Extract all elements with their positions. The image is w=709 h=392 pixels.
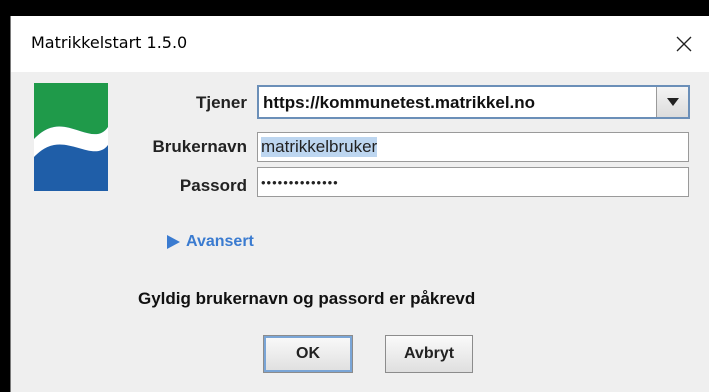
server-value: https://kommunetest.matrikkel.no bbox=[263, 93, 536, 112]
username-field[interactable]: matrikkelbruker bbox=[257, 132, 689, 162]
window-title: Matrikkelstart 1.5.0 bbox=[31, 33, 188, 52]
close-icon bbox=[676, 36, 692, 52]
chevron-down-icon bbox=[666, 98, 679, 106]
status-message: Gyldig brukernavn og passord er påkrevd bbox=[138, 289, 476, 308]
username-value: matrikkelbruker bbox=[261, 137, 378, 157]
cancel-button[interactable]: Avbryt bbox=[385, 335, 473, 373]
close-button[interactable] bbox=[658, 16, 709, 72]
password-label: Passord bbox=[179, 176, 247, 195]
title-bar[interactable]: Matrikkelstart 1.5.0 bbox=[11, 16, 709, 72]
server-dropdown-button[interactable] bbox=[656, 87, 688, 117]
advanced-label: Avansert bbox=[186, 233, 254, 250]
password-field[interactable]: •••••••••••••• bbox=[257, 167, 689, 197]
username-label: Brukernavn bbox=[152, 137, 247, 156]
advanced-toggle[interactable]: Avansert bbox=[167, 233, 254, 251]
server-label: Tjener bbox=[195, 93, 247, 112]
login-dialog: Matrikkelstart 1.5.0 Tjener https://komm… bbox=[10, 16, 709, 392]
server-select[interactable]: https://kommunetest.matrikkel.no bbox=[257, 85, 690, 119]
municipality-logo-icon bbox=[34, 83, 108, 191]
password-value: •••••••••••••• bbox=[261, 174, 339, 190]
triangle-right-icon bbox=[167, 235, 180, 249]
ok-button[interactable]: OK bbox=[263, 335, 353, 373]
